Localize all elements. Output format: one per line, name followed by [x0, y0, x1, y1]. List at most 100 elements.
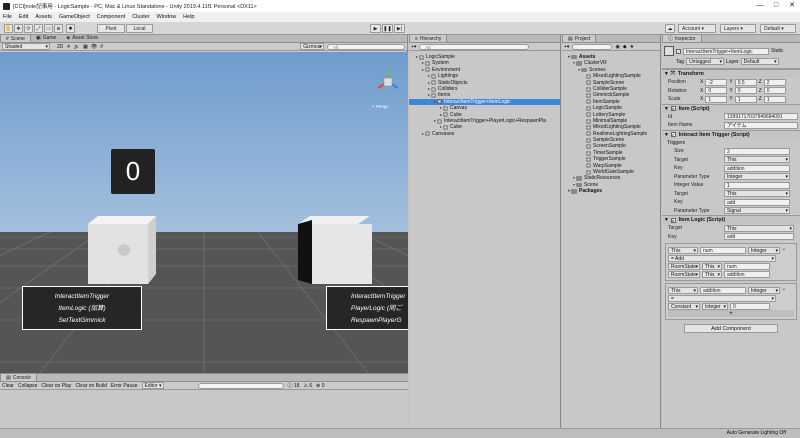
operator2-dropdown[interactable]: = [668, 294, 776, 302]
transform-z-field[interactable]: 0 [763, 87, 786, 95]
create-dropdown[interactable]: +▾ [411, 44, 416, 50]
statement1-remove-icon[interactable]: − [782, 247, 786, 253]
tab-hierarchy[interactable]: ≡ Hierarchy [409, 34, 448, 42]
add-statement-button[interactable]: + [668, 310, 794, 317]
move-tool-icon[interactable]: ✥ [14, 24, 23, 33]
layer-dropdown[interactable]: Default [740, 58, 779, 65]
project-search-input[interactable] [572, 43, 613, 50]
logic-key-field[interactable]: add [724, 233, 794, 241]
trigger-row-dropdown[interactable]: Integer [724, 173, 790, 181]
console-clear-on-play-button[interactable]: Clear on Play [41, 383, 71, 389]
menu-help[interactable]: Help [183, 14, 194, 20]
add-component-button[interactable]: Add Component [684, 324, 778, 333]
trigger-row-field[interactable]: 2 [724, 147, 790, 155]
menu-component[interactable]: Component [97, 14, 125, 20]
menu-window[interactable]: Window [157, 14, 177, 20]
rotate-tool-icon[interactable]: ⟳ [24, 24, 33, 33]
console-error-pause-button[interactable]: Error Pause [111, 383, 138, 389]
statement2-target[interactable]: This [668, 286, 698, 294]
project-create-dropdown[interactable]: +▾ [564, 44, 569, 50]
foldout-arrow-icon[interactable]: ▸ [415, 54, 419, 60]
transform-x-field[interactable]: 0 [705, 87, 728, 95]
pause-button[interactable]: ❚❚ [382, 24, 393, 33]
filter-label-icon[interactable]: ◆ [623, 44, 627, 50]
warning-count[interactable]: ⚠ 6 [303, 383, 312, 389]
lighting-icon[interactable]: ☀ [66, 44, 70, 50]
foldout-arrow-icon[interactable]: ▸ [421, 67, 425, 73]
trigger-row-field[interactable]: add [724, 198, 790, 206]
tab-inspector[interactable]: ⓘ Inspector [662, 34, 702, 42]
trigger-row-dropdown[interactable]: This [724, 156, 790, 164]
menu-edit[interactable]: Edit [19, 14, 28, 20]
foldout-arrow-icon[interactable]: ▸ [433, 118, 437, 124]
local-toggle[interactable]: Local [126, 24, 153, 33]
tab-game[interactable]: ▣ Game [31, 34, 61, 42]
statement2-type[interactable]: Integer [748, 286, 780, 294]
orientation-gizmo[interactable] [374, 68, 402, 98]
statement1-key[interactable]: num [700, 246, 746, 254]
transform-x-field[interactable]: 1 [705, 95, 728, 103]
active-checkbox[interactable]: ✓ [676, 48, 681, 54]
transform-tool-icon[interactable]: ⊕ [54, 24, 63, 33]
trigger-enabled-checkbox[interactable]: ✓ [670, 132, 676, 137]
statement1-type[interactable]: Integer [748, 246, 780, 254]
op1-row2-a[interactable]: RoomState [668, 270, 700, 278]
statement2-remove-icon[interactable]: − [782, 287, 786, 293]
item-script-header[interactable]: ▾ # Item (Script) [662, 103, 800, 113]
close-button[interactable]: ✕ [784, 0, 800, 12]
transform-y-field[interactable]: 0.5 [734, 78, 757, 86]
static-toggle[interactable]: Static [771, 48, 784, 54]
audio-icon[interactable]: 🔈 [74, 44, 80, 50]
tab-project[interactable]: ▤ Project [562, 34, 597, 42]
id-field[interactable]: 13991717037949684091 [724, 113, 798, 121]
foldout-arrow-icon[interactable]: ▸ [439, 112, 443, 118]
effects-icon[interactable]: ▦ [83, 44, 88, 50]
op1-row2-c[interactable]: addition [724, 270, 770, 278]
hand-tool-icon[interactable]: ✋ [4, 24, 13, 33]
menu-file[interactable]: File [3, 14, 12, 20]
transform-y-field[interactable]: 0 [734, 87, 757, 95]
console-search-input[interactable] [197, 382, 284, 389]
op2-row-a[interactable]: Constant [668, 302, 700, 310]
interact-trigger-header[interactable]: ▾ ✓ Interact Item Trigger (Script) [662, 129, 800, 139]
tab-asset-store[interactable]: ◈ Asset Store [61, 34, 103, 42]
hierarchy-item[interactable]: ▸ Canvases [409, 131, 560, 137]
error-count[interactable]: ⊗ 0 [316, 383, 324, 389]
transform-y-field[interactable]: 1 [734, 95, 757, 103]
favorite-icon[interactable]: ★ [630, 44, 634, 50]
transform-z-field[interactable]: 2 [763, 78, 786, 86]
collab-cloud-icon[interactable]: ☁ [665, 24, 675, 33]
item-logic-header[interactable]: ▾ # Item Logic (Script) [662, 215, 800, 224]
persp-label[interactable]: < Persp [372, 104, 388, 109]
custom-tool-icon[interactable]: ✱ [66, 24, 75, 33]
statement2-key[interactable]: addition [700, 286, 746, 294]
pivot-toggle[interactable]: Pivot [97, 24, 125, 33]
scene-viewport[interactable]: 0 InteractItemTrigger ItemLogic (加算) Set… [0, 52, 408, 373]
operator1-dropdown[interactable]: = Add [668, 254, 776, 262]
op1-row2-b[interactable]: This [702, 270, 722, 278]
maximize-button[interactable]: □ [768, 0, 784, 12]
minimize-button[interactable]: — [752, 0, 768, 12]
op2-row-c[interactable]: 0 [730, 302, 770, 310]
layout-dropdown[interactable]: Default ▾ [760, 24, 796, 33]
foldout-arrow-icon[interactable]: ▸ [427, 92, 431, 98]
layers-dropdown[interactable]: Layers ▾ [720, 24, 756, 33]
tab-scene[interactable]: # Scene [0, 34, 31, 42]
grid-icon[interactable]: # [100, 44, 103, 50]
project-item[interactable]: ▾ Packages [562, 188, 660, 194]
statement1-target[interactable]: This [668, 246, 698, 254]
op2-row-b[interactable]: Integer [702, 302, 728, 310]
console-collapse-button[interactable]: Collapse [18, 383, 37, 389]
scene-search-input[interactable]: All [327, 43, 405, 50]
tag-dropdown[interactable]: Untagged [686, 58, 725, 65]
console-editor-dropdown[interactable]: Editor [141, 382, 164, 389]
2d-toggle[interactable]: 2D [57, 44, 63, 50]
foldout-arrow-icon[interactable]: ▸ [421, 131, 425, 137]
op1-row1-a[interactable]: RoomState [668, 262, 700, 270]
filter-type-icon[interactable]: ◉ [615, 44, 619, 50]
gizmos-dropdown[interactable]: Gizmos [300, 43, 324, 50]
menu-gameobject[interactable]: GameObject [59, 14, 90, 20]
shading-dropdown[interactable]: Shaded [2, 43, 50, 50]
hierarchy-search-input[interactable]: All [419, 43, 530, 50]
step-button[interactable]: ▶| [394, 24, 405, 33]
